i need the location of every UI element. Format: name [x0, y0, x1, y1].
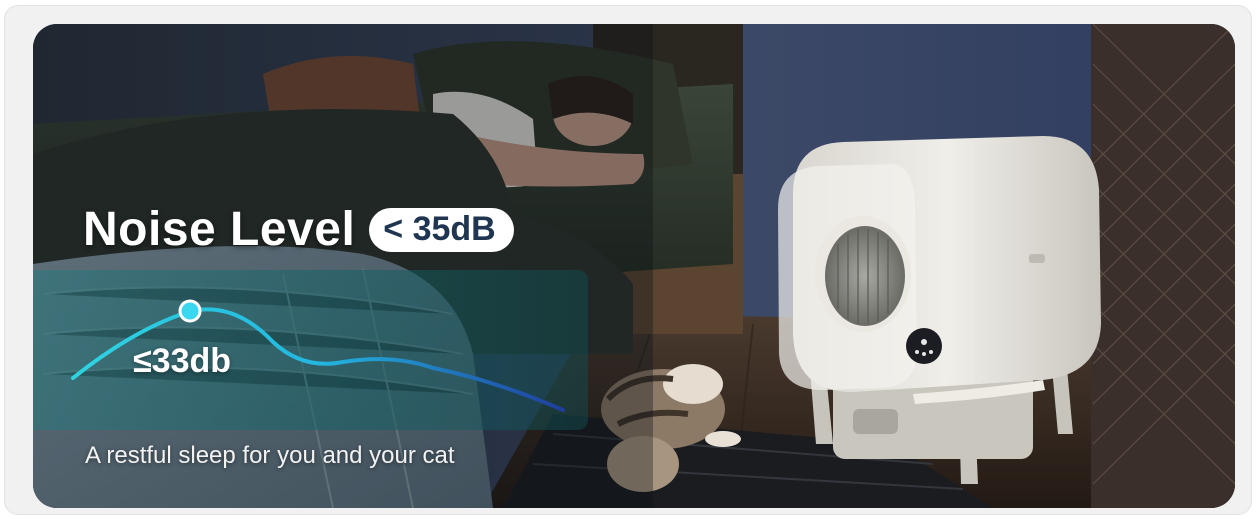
tagline: A restful sleep for you and your cat: [85, 442, 455, 469]
noise-limit-badge: < 35dB: [369, 207, 514, 252]
measured-noise-value: ≤33db: [133, 342, 232, 380]
noise-wave-graphic: [71, 299, 565, 412]
headline: Noise Level < 35dB: [83, 202, 514, 257]
product-banner: Noise Level < 35dB ≤33db A restful sleep…: [33, 24, 1235, 508]
banner-frame: Noise Level < 35dB ≤33db A restful sleep…: [4, 5, 1252, 515]
noise-level-title: Noise Level: [83, 203, 356, 256]
bedroom-scene-photo: [33, 24, 1235, 508]
wave-peak-marker: [178, 299, 202, 323]
